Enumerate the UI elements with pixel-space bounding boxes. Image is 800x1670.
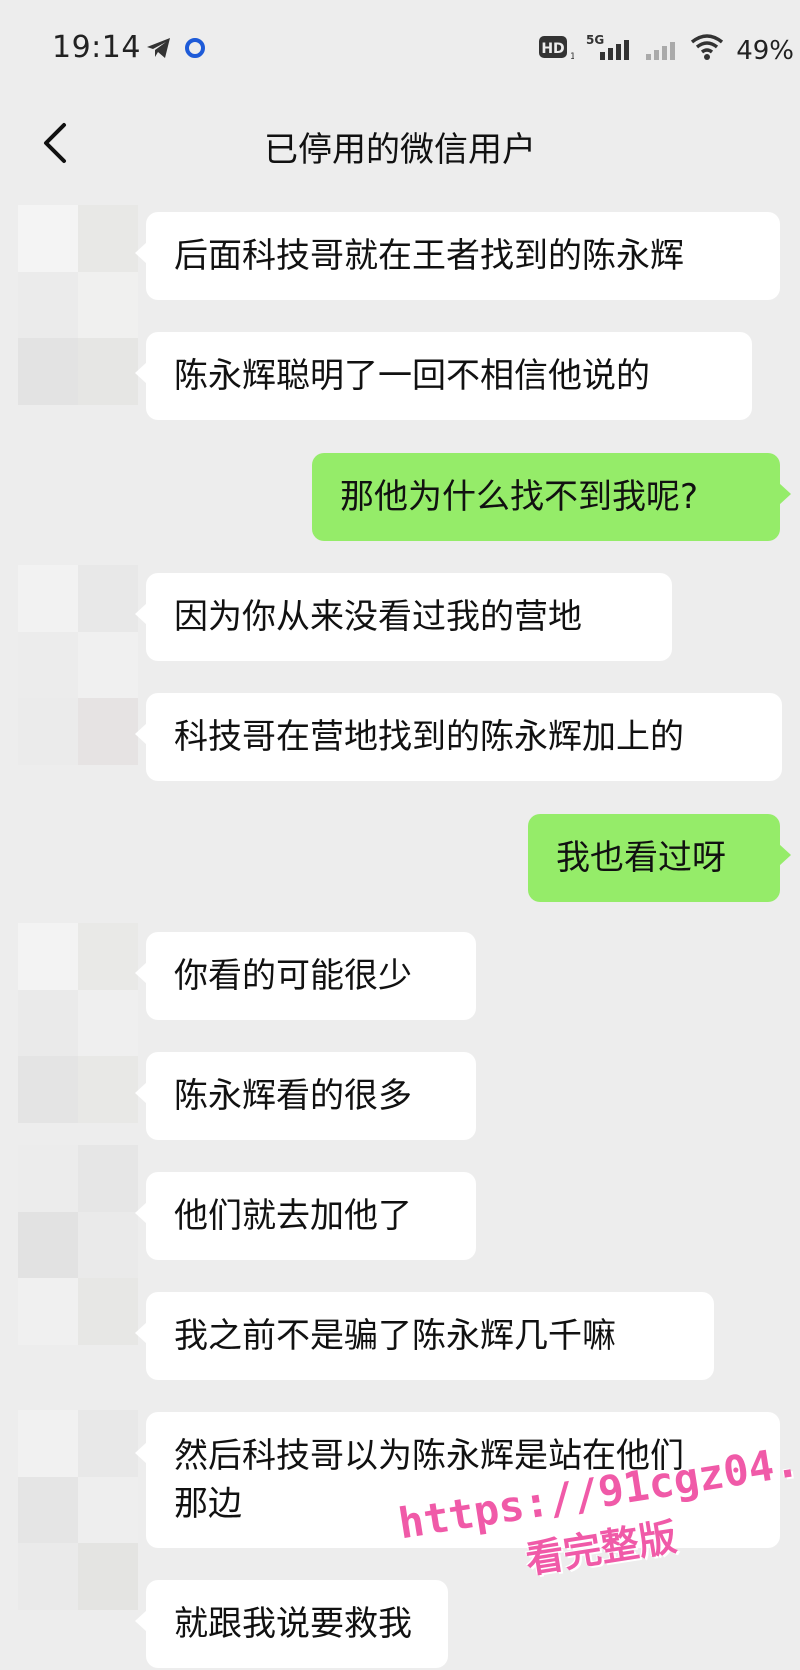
message-bubble[interactable]: 我之前不是骗了陈永辉几千嘛: [135, 1292, 714, 1380]
telegram-icon: [146, 36, 172, 64]
message-text: 陈永辉聪明了一回不相信他说的: [174, 356, 650, 396]
hd-label: HD: [542, 41, 565, 57]
message-bubble[interactable]: 因为你从来没看过我的营地: [135, 573, 672, 661]
5g-signal-icon: 5G: [586, 32, 632, 69]
message-bubble[interactable]: 陈永辉看的很多: [135, 1052, 476, 1140]
chat-header: 已停用的微信用户: [0, 100, 800, 195]
status-left-icons: [146, 36, 206, 64]
message-text: 那他为什么找不到我呢?: [340, 477, 699, 517]
message-text: 陈永辉看的很多: [174, 1076, 412, 1116]
notification-dot-icon: [184, 37, 206, 63]
svg-text:1: 1: [570, 52, 574, 61]
status-bar: 19:14 HD 1 5G 49%: [0, 0, 800, 100]
message-text: 他们就去加他了: [174, 1196, 412, 1236]
avatar[interactable]: [18, 565, 138, 765]
message-text: 你看的可能很少: [174, 956, 412, 996]
battery-percent: 49%: [736, 35, 794, 66]
message-bubble[interactable]: 就跟我说要救我: [135, 1580, 448, 1668]
network-label: 5G: [586, 33, 604, 47]
message-text: 因为你从来没看过我的营地: [174, 597, 582, 637]
avatar[interactable]: [18, 205, 138, 405]
message-text: 就跟我说要救我: [174, 1604, 412, 1644]
message-bubble[interactable]: 他们就去加他了: [135, 1172, 476, 1260]
message-text: 后面科技哥就在王者找到的陈永辉: [174, 236, 684, 276]
status-right-icons: HD 1 5G 49%: [538, 32, 794, 69]
message-text: 科技哥在营地找到的陈永辉加上的: [174, 717, 684, 757]
message-text: 我也看过呀: [556, 838, 726, 878]
status-time: 19:14: [52, 30, 141, 65]
signal-icon: [644, 32, 678, 69]
hd-icon: HD 1: [538, 33, 576, 68]
message-bubble[interactable]: 科技哥在营地找到的陈永辉加上的: [135, 693, 782, 781]
avatar[interactable]: [18, 1145, 138, 1345]
avatar[interactable]: [18, 1410, 138, 1610]
message-bubble[interactable]: 后面科技哥就在王者找到的陈永辉: [135, 212, 780, 300]
message-bubble[interactable]: 陈永辉聪明了一回不相信他说的: [135, 332, 752, 420]
message-bubble[interactable]: 我也看过呀: [528, 814, 791, 902]
message-bubble[interactable]: 那他为什么找不到我呢?: [312, 453, 791, 541]
page-title: 已停用的微信用户: [264, 130, 536, 170]
wifi-icon: [690, 33, 724, 68]
message-bubble[interactable]: 你看的可能很少: [135, 932, 476, 1020]
avatar[interactable]: [18, 923, 138, 1123]
message-text: 我之前不是骗了陈永辉几千嘛: [174, 1316, 616, 1356]
chat-area[interactable]: 后面科技哥就在王者找到的陈永辉 陈永辉聪明了一回不相信他说的 那他为什么找不到我…: [0, 195, 800, 1670]
